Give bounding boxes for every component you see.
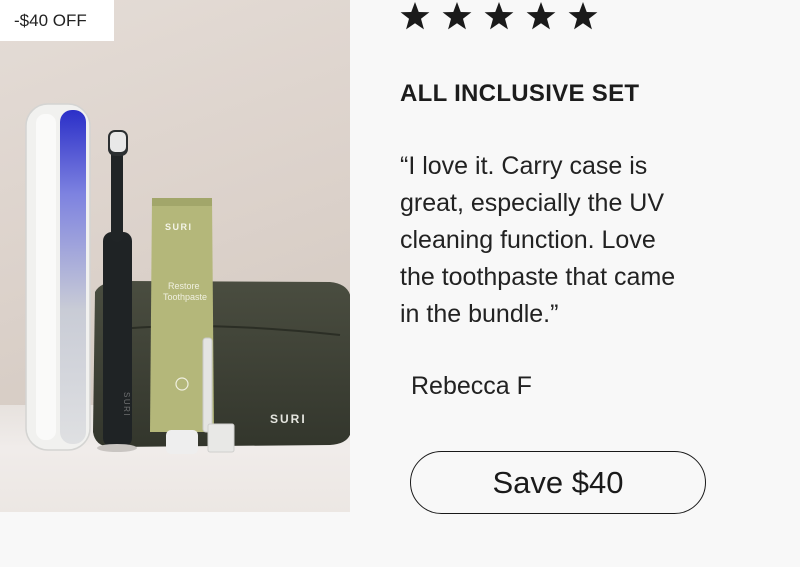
bag-brand-logo: SURI xyxy=(270,412,307,426)
product-illustration: SURI SURI SURI Restore Toothpaste xyxy=(25,103,350,454)
product-image: SURI SURI SURI Restore Toothpaste -$40 O… xyxy=(0,0,350,512)
discount-badge: -$40 OFF xyxy=(0,0,114,41)
review-title: ALL INCLUSIVE SET xyxy=(400,80,640,107)
star-icon xyxy=(399,0,431,32)
toothpaste-key xyxy=(202,337,213,433)
tube-line2: Toothpaste xyxy=(163,292,207,302)
star-icon xyxy=(483,0,515,32)
tube-line1: Restore xyxy=(168,281,200,291)
save-button[interactable]: Save $40 xyxy=(410,451,706,514)
star-icon xyxy=(567,0,599,32)
toothbrush-brand: SURI xyxy=(122,392,131,417)
review-quote: “I love it. Carry case is great, especia… xyxy=(400,152,676,328)
rating-stars xyxy=(399,0,599,32)
tube-brand: SURI xyxy=(165,222,193,232)
reviewer-name: Rebecca F xyxy=(411,372,532,400)
star-icon xyxy=(525,0,557,32)
star-icon xyxy=(441,0,473,32)
